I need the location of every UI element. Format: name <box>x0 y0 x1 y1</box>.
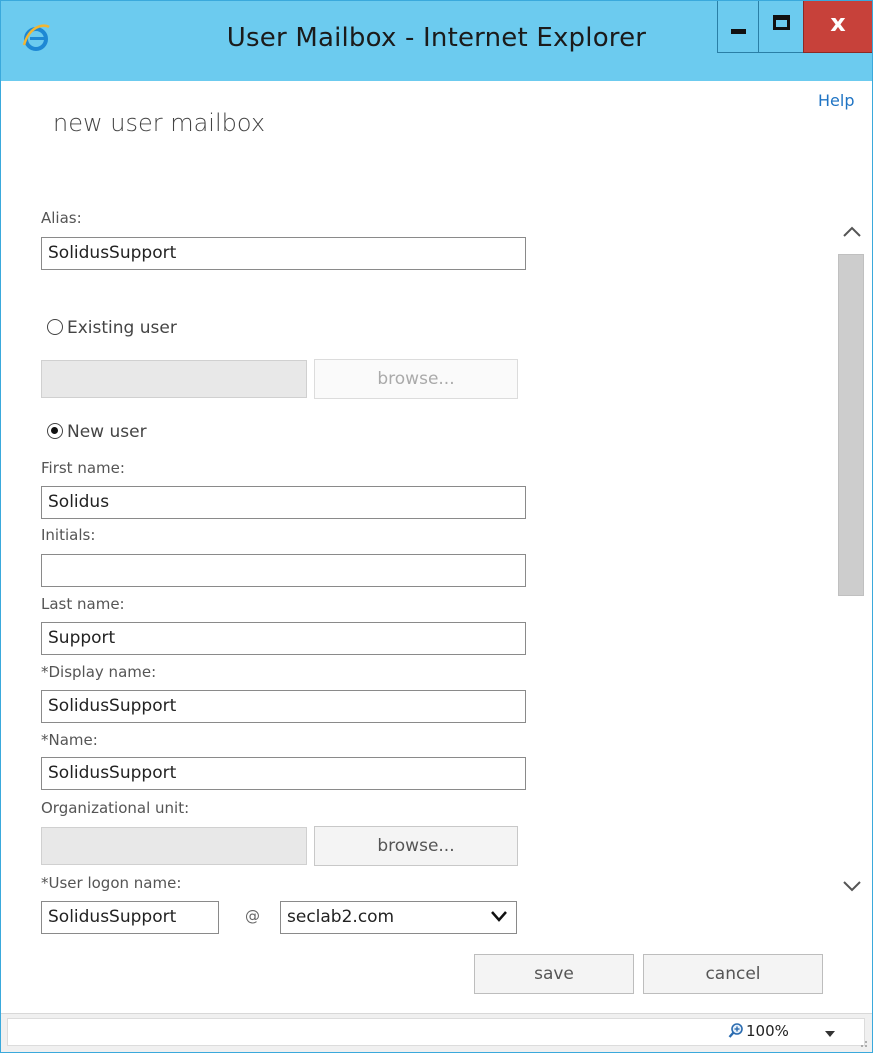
existing-user-radio-button[interactable] <box>47 319 63 335</box>
first-name-input[interactable]: Solidus <box>41 486 526 519</box>
zoom-dropdown-icon[interactable] <box>824 1030 836 1038</box>
user-logon-name-input[interactable]: SolidusSupport <box>41 901 219 934</box>
initials-label: Initials: <box>41 526 96 544</box>
last-name-label: Last name: <box>41 595 125 613</box>
organizational-unit-input <box>41 827 307 865</box>
existing-user-radio[interactable]: Existing user <box>47 318 177 338</box>
display-name-input[interactable]: SolidusSupport <box>41 690 526 723</box>
organizational-unit-browse-button[interactable]: browse... <box>314 826 518 866</box>
scrollbar-thumb[interactable] <box>838 254 864 596</box>
name-input[interactable]: SolidusSupport <box>41 757 526 790</box>
browser-window: User Mailbox - Internet Explorer x Help … <box>0 0 873 1053</box>
name-label: *Name: <box>41 731 98 749</box>
alias-label: Alias: <box>41 209 82 227</box>
magnifier-icon <box>728 1023 743 1038</box>
existing-user-input <box>41 360 307 398</box>
alias-input[interactable]: SolidusSupport <box>41 237 526 270</box>
cancel-button[interactable]: cancel <box>643 954 823 994</box>
chevron-down-icon <box>491 911 507 922</box>
minimize-icon <box>731 29 746 34</box>
title-bar[interactable]: User Mailbox - Internet Explorer x <box>1 1 872 81</box>
new-user-radio[interactable]: New user <box>47 422 147 442</box>
new-user-label: New user <box>67 422 147 442</box>
domain-select-value: seclab2.com <box>287 907 395 927</box>
maximize-button[interactable] <box>758 1 804 53</box>
close-icon: x <box>830 9 846 37</box>
existing-user-label: Existing user <box>67 318 177 338</box>
resize-grip-icon[interactable] <box>856 1036 868 1048</box>
status-bar: 100% <box>1 1013 872 1052</box>
last-name-input[interactable]: Support <box>41 622 526 655</box>
scroll-down-icon[interactable] <box>841 877 863 895</box>
scroll-up-icon[interactable] <box>841 223 863 241</box>
minimize-button[interactable] <box>717 1 759 53</box>
zoom-control[interactable]: 100% <box>728 1022 789 1040</box>
maximize-icon <box>773 15 790 30</box>
zoom-level: 100% <box>746 1022 789 1040</box>
existing-user-browse-button: browse... <box>314 359 518 399</box>
close-button[interactable]: x <box>803 1 872 53</box>
user-logon-name-label: *User logon name: <box>41 874 182 892</box>
organizational-unit-label: Organizational unit: <box>41 799 190 817</box>
form-scroll-area: Alias: SolidusSupport Existing user brow… <box>1 81 872 934</box>
first-name-label: First name: <box>41 459 125 477</box>
domain-select[interactable]: seclab2.com <box>280 901 517 934</box>
display-name-label: *Display name: <box>41 663 157 681</box>
new-user-radio-button[interactable] <box>47 423 63 439</box>
save-button[interactable]: save <box>474 954 634 994</box>
at-symbol: @ <box>245 907 260 925</box>
initials-input[interactable] <box>41 554 526 587</box>
